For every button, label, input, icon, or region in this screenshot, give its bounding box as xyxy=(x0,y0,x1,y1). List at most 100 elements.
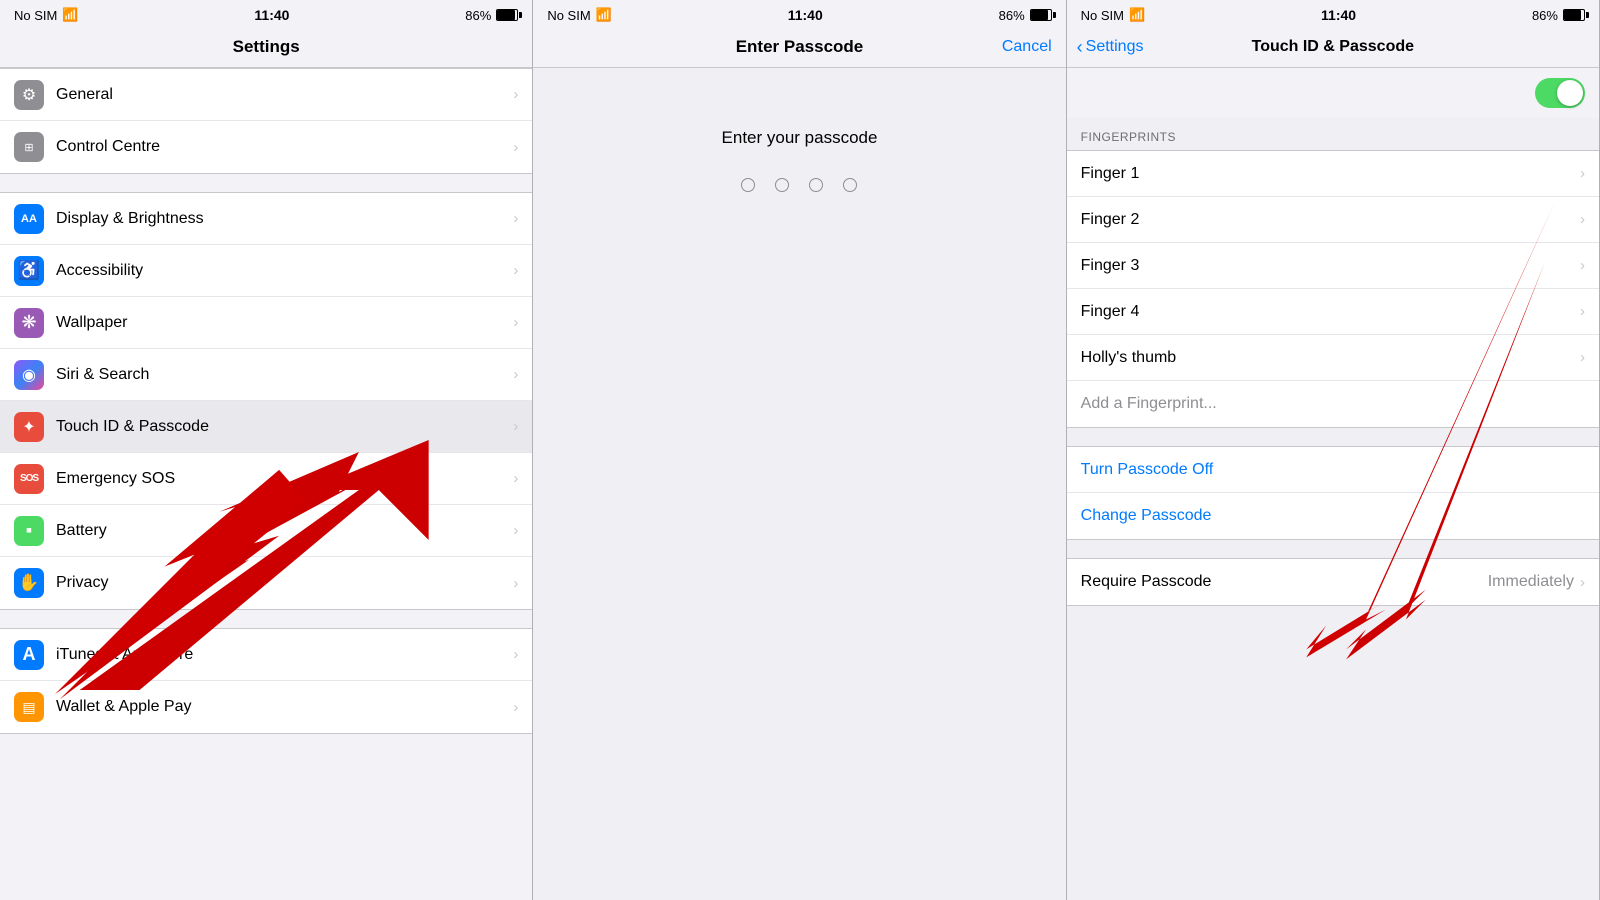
settings-item-control[interactable]: ⊞ Control Centre › xyxy=(0,121,532,173)
list-item-finger2[interactable]: Finger 2 › xyxy=(1067,197,1599,243)
wifi-icon-1: 📶 xyxy=(62,7,78,23)
finger4-chevron: › xyxy=(1580,303,1585,320)
list-item-addfingerprint[interactable]: Add a Fingerprint... xyxy=(1067,381,1599,427)
back-label: Settings xyxy=(1086,38,1144,56)
settings-item-touchid[interactable]: ✦ Touch ID & Passcode › xyxy=(0,401,532,453)
require-passcode-group: Require Passcode Immediately › xyxy=(1067,558,1599,606)
control-label: Control Centre xyxy=(56,138,513,156)
wallet-chevron: › xyxy=(513,699,518,716)
addfingerprint-label: Add a Fingerprint... xyxy=(1081,395,1585,413)
passcode-dot-1 xyxy=(741,178,755,192)
finger2-label: Finger 2 xyxy=(1081,211,1580,229)
touchid-nav-title: Touch ID & Passcode xyxy=(1252,38,1414,56)
require-label: Require Passcode xyxy=(1081,573,1488,591)
wifi-icon-3: 📶 xyxy=(1129,7,1145,23)
settings-item-battery[interactable]: ▪ Battery › xyxy=(0,505,532,557)
status-right-3: 86% xyxy=(1532,8,1585,23)
top-toggle-area xyxy=(1067,68,1599,118)
battery-label: Battery xyxy=(56,522,513,540)
settings-item-emergency[interactable]: SOS Emergency SOS › xyxy=(0,453,532,505)
finger4-label: Finger 4 xyxy=(1081,303,1580,321)
turnoff-label: Turn Passcode Off xyxy=(1081,461,1585,479)
wallpaper-label: Wallpaper xyxy=(56,314,513,332)
back-button[interactable]: ‹ Settings xyxy=(1077,38,1144,56)
require-chevron: › xyxy=(1580,574,1585,591)
touch-id-toggle[interactable] xyxy=(1535,78,1585,108)
status-bar-1: No SIM 📶 11:40 86% xyxy=(0,0,532,28)
touchid-label: Touch ID & Passcode xyxy=(56,418,513,436)
list-item-finger4[interactable]: Finger 4 › xyxy=(1067,289,1599,335)
wifi-icon-2: 📶 xyxy=(596,7,612,23)
accessibility-label: Accessibility xyxy=(56,262,513,280)
wallpaper-icon: ❋ xyxy=(14,308,44,338)
fingerprints-header: FINGERPRINTS xyxy=(1067,118,1599,150)
finger3-label: Finger 3 xyxy=(1081,257,1580,275)
settings-item-siri[interactable]: ◉ Siri & Search › xyxy=(0,349,532,401)
privacy-label: Privacy xyxy=(56,574,513,592)
require-value: Immediately xyxy=(1488,573,1574,591)
settings-item-wallet[interactable]: ▤ Wallet & Apple Pay › xyxy=(0,681,532,733)
battery-settings-icon: ▪ xyxy=(14,516,44,546)
panel-touchid: No SIM 📶 11:40 86% ‹ Settings Touch ID &… xyxy=(1067,0,1600,900)
settings-item-wallpaper[interactable]: ❋ Wallpaper › xyxy=(0,297,532,349)
nav-title-1: Settings xyxy=(233,37,300,57)
nav-bar-1: Settings xyxy=(0,28,532,68)
list-item-require[interactable]: Require Passcode Immediately › xyxy=(1067,559,1599,605)
list-item-finger3[interactable]: Finger 3 › xyxy=(1067,243,1599,289)
accessibility-icon: ♿ xyxy=(14,256,44,286)
finger1-chevron: › xyxy=(1580,165,1585,182)
passcode-dot-2 xyxy=(775,178,789,192)
general-label: General xyxy=(56,86,513,104)
status-right-1: 86% xyxy=(465,8,518,23)
nav-bar-3: ‹ Settings Touch ID & Passcode xyxy=(1067,28,1599,68)
settings-list: ⚙ General › ⊞ Control Centre › AA Displa… xyxy=(0,68,532,900)
siri-label: Siri & Search xyxy=(56,366,513,384)
passcode-actions-group: Turn Passcode Off Change Passcode xyxy=(1067,446,1599,540)
touchid-settings-list: FINGERPRINTS Finger 1 › Finger 2 › Finge… xyxy=(1067,118,1599,900)
time-3: 11:40 xyxy=(1321,7,1356,23)
settings-item-display[interactable]: AA Display & Brightness › xyxy=(0,193,532,245)
finger1-label: Finger 1 xyxy=(1081,165,1580,183)
general-icon: ⚙ xyxy=(14,80,44,110)
battery-icon-1 xyxy=(496,9,518,21)
settings-group-1: ⚙ General › ⊞ Control Centre › xyxy=(0,68,532,174)
list-item-change[interactable]: Change Passcode xyxy=(1067,493,1599,539)
status-left-1: No SIM 📶 xyxy=(14,7,79,23)
nav-bar-2: Enter Passcode Cancel xyxy=(533,28,1065,68)
settings-item-general[interactable]: ⚙ General › xyxy=(0,69,532,121)
touchid-icon: ✦ xyxy=(14,412,44,442)
hollys-chevron: › xyxy=(1580,349,1585,366)
display-label: Display & Brightness xyxy=(56,210,513,228)
passcode-dot-4 xyxy=(843,178,857,192)
list-item-finger1[interactable]: Finger 1 › xyxy=(1067,151,1599,197)
wallpaper-chevron: › xyxy=(513,314,518,331)
status-left-2: No SIM 📶 xyxy=(547,7,612,23)
battery-icon-2 xyxy=(1030,9,1052,21)
privacy-chevron: › xyxy=(513,575,518,592)
settings-item-accessibility[interactable]: ♿ Accessibility › xyxy=(0,245,532,297)
settings-group-2: AA Display & Brightness › ♿ Accessibilit… xyxy=(0,192,532,610)
passcode-nav-title: Enter Passcode xyxy=(736,37,864,57)
appstore-label: iTunes & App Store xyxy=(56,646,513,664)
cancel-button[interactable]: Cancel xyxy=(1002,38,1052,56)
hollys-label: Holly's thumb xyxy=(1081,349,1580,367)
time-2: 11:40 xyxy=(788,7,823,23)
fingerprints-group: Finger 1 › Finger 2 › Finger 3 › Finger … xyxy=(1067,150,1599,428)
emergency-label: Emergency SOS xyxy=(56,470,513,488)
settings-item-appstore[interactable]: A iTunes & App Store › xyxy=(0,629,532,681)
passcode-prompt: Enter your passcode xyxy=(722,128,878,148)
siri-chevron: › xyxy=(513,366,518,383)
settings-item-privacy[interactable]: ✋ Privacy › xyxy=(0,557,532,609)
finger2-chevron: › xyxy=(1580,211,1585,228)
display-chevron: › xyxy=(513,210,518,227)
status-left-3: No SIM 📶 xyxy=(1081,7,1146,23)
battery-percent-1: 86% xyxy=(465,8,491,23)
battery-percent-2: 86% xyxy=(999,8,1025,23)
no-sim-label-3: No SIM xyxy=(1081,8,1124,23)
list-item-hollys[interactable]: Holly's thumb › xyxy=(1067,335,1599,381)
change-label: Change Passcode xyxy=(1081,507,1585,525)
list-item-turnoff[interactable]: Turn Passcode Off xyxy=(1067,447,1599,493)
panel-settings: No SIM 📶 11:40 86% Settings ⚙ General › … xyxy=(0,0,533,900)
status-right-2: 86% xyxy=(999,8,1052,23)
privacy-icon: ✋ xyxy=(14,568,44,598)
